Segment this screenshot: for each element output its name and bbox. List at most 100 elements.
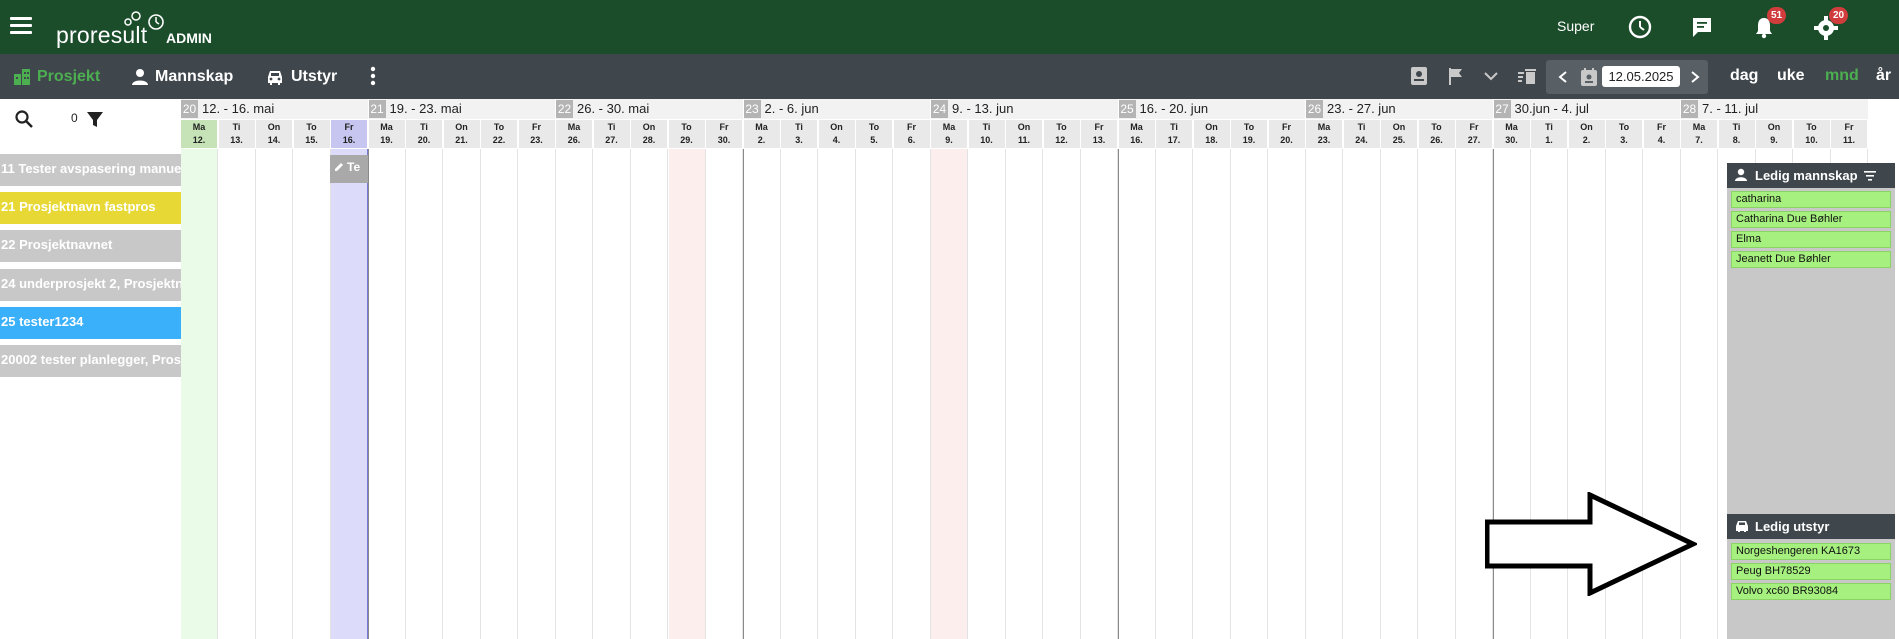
day-column[interactable] <box>781 149 818 639</box>
day-header[interactable]: To 22. <box>481 120 518 148</box>
project-row[interactable]: 21 Prosjektnavn fastpros <box>0 192 181 224</box>
project-row[interactable]: 11 Tester avspasering manuelt <box>0 154 181 186</box>
date-input[interactable] <box>1602 66 1680 87</box>
crew-item[interactable]: Catharina Due Bøhler <box>1731 211 1891 228</box>
day-column[interactable] <box>444 149 481 639</box>
day-header[interactable]: On 21. <box>443 120 481 148</box>
day-column[interactable] <box>331 149 368 639</box>
project-row[interactable]: 22 Prosjektnavnet <box>0 230 181 262</box>
chevron-down-icon[interactable] <box>1480 65 1502 87</box>
sort-filter-icon[interactable] <box>1863 170 1877 182</box>
day-column[interactable] <box>1306 149 1343 639</box>
day-header[interactable]: Fr 23. <box>518 120 556 148</box>
day-column[interactable] <box>1156 149 1193 639</box>
day-column[interactable] <box>631 149 668 639</box>
nav-mannskap[interactable]: Mannskap <box>131 66 233 88</box>
filter-icon[interactable] <box>85 109 105 129</box>
equipment-item[interactable]: Peug BH78529 <box>1731 563 1891 580</box>
day-column[interactable] <box>1419 149 1456 639</box>
day-header[interactable]: Fr 4. <box>1643 120 1681 148</box>
day-column[interactable] <box>1006 149 1043 639</box>
user-name[interactable]: Super <box>1557 18 1594 34</box>
day-column[interactable] <box>556 149 593 639</box>
equipment-item[interactable]: Norgeshengeren KA1673 <box>1731 543 1891 560</box>
more-vert-icon[interactable] <box>362 65 384 87</box>
chevron-right-icon[interactable] <box>1687 69 1703 85</box>
day-header[interactable]: Ma 12. <box>181 120 218 148</box>
day-column[interactable] <box>1119 149 1156 639</box>
day-column[interactable] <box>294 149 331 639</box>
calendar-icon[interactable] <box>1579 67 1599 87</box>
nav-prosjekt[interactable]: Prosjekt <box>13 66 100 88</box>
day-header[interactable]: Ti 3. <box>781 120 818 148</box>
day-column[interactable] <box>519 149 556 639</box>
project-row[interactable]: 24 underprosjekt 2, Prosjektnavn <box>0 269 181 301</box>
day-column[interactable] <box>181 149 218 639</box>
day-column[interactable] <box>406 149 443 639</box>
day-column[interactable] <box>819 149 856 639</box>
crew-item[interactable]: Jeanett Due Bøhler <box>1731 251 1891 268</box>
day-column[interactable] <box>1194 149 1231 639</box>
day-header[interactable]: Fr 30. <box>706 120 743 148</box>
day-header[interactable]: On 14. <box>256 120 293 148</box>
day-header[interactable]: To 15. <box>293 120 331 148</box>
chevron-left-icon[interactable] <box>1555 69 1571 85</box>
day-header[interactable]: Fr 20. <box>1268 120 1306 148</box>
period-uke[interactable]: uke <box>1777 67 1805 85</box>
day-header[interactable]: To 12. <box>1043 120 1081 148</box>
chat-icon[interactable] <box>1688 13 1716 41</box>
day-header[interactable]: Ti 13. <box>218 120 256 148</box>
day-header[interactable]: To 26. <box>1418 120 1456 148</box>
day-column[interactable] <box>219 149 256 639</box>
day-header[interactable]: Ma 7. <box>1681 120 1718 148</box>
day-header[interactable]: On 2. <box>1568 120 1606 148</box>
logo[interactable]: proresult ADMIN <box>56 11 212 48</box>
period-ar[interactable]: år <box>1876 67 1891 85</box>
crew-item[interactable]: Elma <box>1731 231 1891 248</box>
day-column[interactable] <box>369 149 406 639</box>
day-column[interactable] <box>744 149 781 639</box>
alert-gear-icon[interactable]: 20 <box>1812 7 1848 41</box>
day-header[interactable]: On 11. <box>1006 120 1043 148</box>
day-header[interactable]: Ma 2. <box>743 120 781 148</box>
equipment-item[interactable]: Volvo xc60 BR93084 <box>1731 583 1891 600</box>
day-header[interactable]: To 10. <box>1793 120 1831 148</box>
day-column[interactable] <box>969 149 1006 639</box>
day-header[interactable]: Ma 16. <box>1118 120 1156 148</box>
day-header[interactable]: Ma 23. <box>1306 120 1343 148</box>
day-column[interactable] <box>856 149 893 639</box>
day-header[interactable]: On 9. <box>1756 120 1793 148</box>
clock-icon[interactable] <box>1626 13 1654 41</box>
day-column[interactable] <box>1044 149 1081 639</box>
day-column[interactable] <box>481 149 518 639</box>
day-column[interactable] <box>706 149 743 639</box>
day-column[interactable] <box>1231 149 1268 639</box>
day-column[interactable] <box>256 149 293 639</box>
day-header[interactable]: To 19. <box>1231 120 1268 148</box>
notification-bell-icon[interactable]: 51 <box>1750 7 1786 41</box>
day-header[interactable]: Ma 30. <box>1493 120 1531 148</box>
day-column[interactable] <box>1344 149 1381 639</box>
day-header[interactable]: Ti 17. <box>1156 120 1193 148</box>
day-header[interactable]: To 3. <box>1606 120 1643 148</box>
day-header[interactable]: Ti 20. <box>406 120 443 148</box>
day-header[interactable]: Ti 1. <box>1531 120 1568 148</box>
day-header[interactable]: Fr 13. <box>1081 120 1118 148</box>
day-header[interactable]: To 5. <box>856 120 893 148</box>
hamburger-menu-icon[interactable] <box>10 17 32 35</box>
day-header[interactable]: On 28. <box>631 120 668 148</box>
day-header[interactable]: Ti 27. <box>593 120 631 148</box>
day-header[interactable]: Ma 26. <box>556 120 593 148</box>
day-header[interactable]: Fr 6. <box>893 120 931 148</box>
day-column[interactable] <box>1081 149 1118 639</box>
schedule-block[interactable]: Te <box>330 155 368 183</box>
day-header[interactable]: Ti 10. <box>968 120 1006 148</box>
crew-item[interactable]: catharina <box>1731 191 1891 208</box>
period-mnd[interactable]: mnd <box>1825 67 1859 85</box>
nav-utstyr[interactable]: Utstyr <box>265 66 337 88</box>
day-header[interactable]: To 29. <box>668 120 706 148</box>
flag-icon[interactable] <box>1445 65 1467 87</box>
day-header[interactable]: Ti 24. <box>1343 120 1381 148</box>
day-column[interactable] <box>1269 149 1306 639</box>
day-header[interactable]: Fr 16. <box>331 120 368 148</box>
